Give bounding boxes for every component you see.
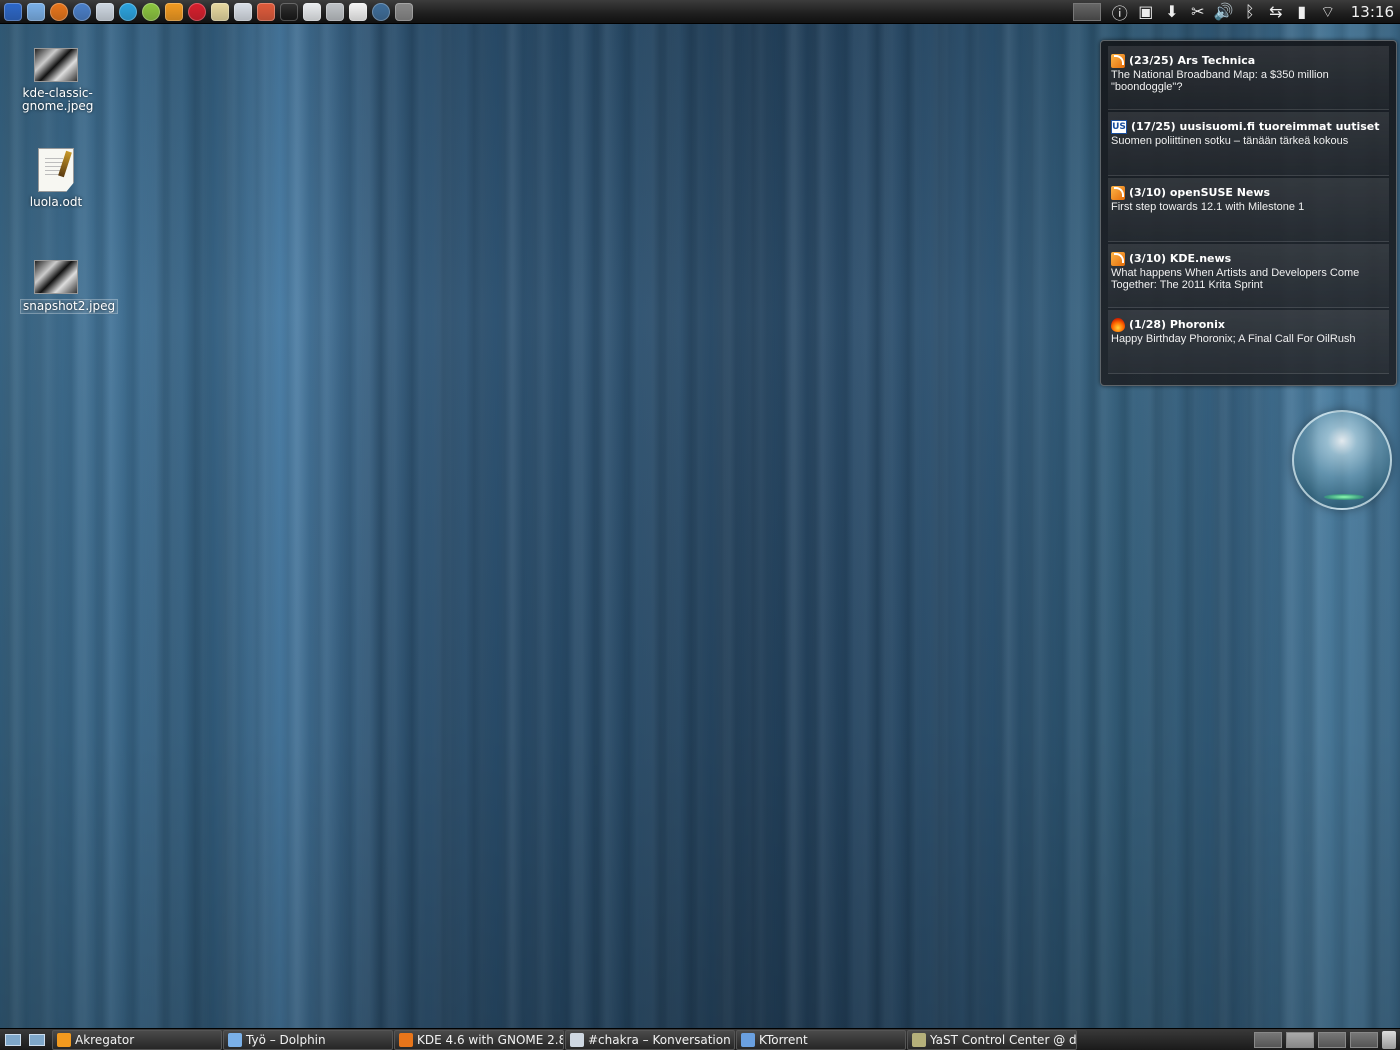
task-button[interactable]: KTorrent (736, 1029, 906, 1050)
desktop-switch-3[interactable] (1318, 1031, 1346, 1048)
clipboard-scissors-icon[interactable]: ✂ (1187, 1, 1209, 23)
text-editor-icon[interactable] (347, 1, 369, 23)
dolphin-icon (228, 1032, 242, 1047)
volume-icon[interactable]: 🔊 (1213, 1, 1235, 23)
network-globe-icon[interactable] (370, 1, 392, 23)
desktop-icon-luola-odt[interactable]: luola.odt (20, 148, 92, 209)
thunderbird-icon[interactable] (71, 1, 93, 23)
feed-title: (23/25) Ars Technica (1129, 54, 1256, 67)
desktop-switch-4[interactable] (1350, 1031, 1378, 1048)
task-button[interactable]: YaST Control Center @ daikuro (907, 1029, 1077, 1050)
system-tray: ⓘ ▣ ⬇ ✂ 🔊 ᛒ ⇆ ▮ ⌔ (1109, 1, 1339, 23)
desktop-icon-kde-classic-gnome[interactable]: kde-classic-gnome.jpeg (20, 48, 94, 113)
miro-icon[interactable] (186, 1, 208, 23)
window-list-icon[interactable] (26, 1031, 48, 1049)
wifi-icon[interactable]: ⌔ (1317, 1, 1339, 23)
taskbar-right (1254, 1030, 1400, 1049)
rss-feed-icon (1111, 251, 1125, 266)
top-panel: ⓘ ▣ ⬇ ✂ 🔊 ᛒ ⇆ ▮ ⌔ 13:16 (0, 0, 1400, 24)
task-button[interactable]: Työ – Dolphin (223, 1029, 393, 1050)
bluetooth-icon[interactable]: ᛒ (1239, 1, 1261, 23)
show-desktop-icon[interactable] (2, 1031, 24, 1049)
download-icon[interactable]: ⬇ (1161, 1, 1183, 23)
taskbar: Akregator Työ – Dolphin KDE 4.6 with GNOME… (0, 1028, 1400, 1050)
konversation-icon[interactable] (94, 1, 116, 23)
desktop-icon-label: kde-classic-gnome.jpeg (22, 86, 94, 113)
calculator-icon[interactable] (324, 1, 346, 23)
task-button[interactable]: #chakra – Konversation (565, 1029, 735, 1050)
uusisuomi-logo-icon: US (1111, 119, 1127, 134)
desktop-icon-label: snapshot2.jpeg (20, 299, 119, 314)
akregator-icon (57, 1032, 71, 1047)
desktop-switch-2[interactable] (1286, 1031, 1314, 1048)
task-label: YaST Control Center @ daikuro (930, 1032, 1077, 1047)
office-draw-icon[interactable] (278, 1, 300, 23)
task-label: Akregator (75, 1032, 135, 1047)
info-icon[interactable]: ⓘ (1109, 1, 1131, 23)
document-icon (38, 148, 74, 192)
desktop-switch-1[interactable] (1254, 1031, 1282, 1048)
battery-icon[interactable]: ▮ (1291, 1, 1313, 23)
mail-icon[interactable] (301, 1, 323, 23)
gimp-icon[interactable] (393, 1, 415, 23)
desktop-icon-snapshot2[interactable]: snapshot2.jpeg (20, 260, 119, 314)
office-impress-icon[interactable] (255, 1, 277, 23)
feed-headline[interactable]: What happens When Artists and Developers… (1111, 267, 1379, 291)
task-label: #chakra – Konversation (588, 1032, 731, 1047)
feed-item-ars-technica[interactable]: (23/25) Ars Technica The National Broadb… (1108, 46, 1389, 110)
office-writer-icon[interactable] (232, 1, 254, 23)
task-button[interactable]: KDE 4.6 with GNOME 2.8 loc (394, 1029, 564, 1050)
task-button[interactable]: Akregator (52, 1029, 222, 1050)
feed-title: (1/28) Phoronix (1129, 318, 1225, 331)
feed-headline[interactable]: First step towards 12.1 with Milestone 1 (1111, 201, 1379, 213)
feed-item-opensuse-news[interactable]: (3/10) openSUSE News First step towards … (1108, 178, 1389, 242)
phoronix-flame-icon (1111, 317, 1125, 332)
task-label: KTorrent (759, 1032, 808, 1047)
konversation-icon (570, 1032, 584, 1047)
image-thumbnail-icon (34, 48, 78, 82)
feed-headline[interactable]: Happy Birthday Phoronix; A Final Call Fo… (1111, 333, 1379, 345)
trash-icon[interactable] (1382, 1030, 1396, 1049)
file-manager-icon[interactable] (25, 1, 47, 23)
pidgin-icon[interactable] (140, 1, 162, 23)
task-label: KDE 4.6 with GNOME 2.8 loc (417, 1032, 563, 1047)
ktorrent-icon (741, 1032, 755, 1047)
feed-item-uusisuomi[interactable]: US (17/25) uusisuomi.fi tuoreimmat uutise… (1108, 112, 1389, 176)
feed-title: (3/10) openSUSE News (1129, 186, 1271, 199)
akregator-icon[interactable] (163, 1, 185, 23)
image-thumbnail-icon (34, 260, 78, 294)
feed-item-phoronix[interactable]: (1/28) Phoronix Happy Birthday Phoronix;… (1108, 310, 1389, 374)
feed-item-kde-news[interactable]: (3/10) KDE.news What happens When Artist… (1108, 244, 1389, 308)
task-label: Työ – Dolphin (246, 1032, 326, 1047)
kde-menu-icon[interactable] (2, 1, 24, 23)
feed-headline[interactable]: Suomen poliittinen sotku – tänään tärkeä… (1111, 135, 1379, 147)
rss-feed-icon (1111, 185, 1125, 200)
clock[interactable]: 13:16 (1345, 1, 1400, 23)
network-monitor-icon[interactable]: ▣ (1135, 1, 1157, 23)
feed-title: (17/25) uusisuomi.fi tuoreimmat uutiset (1131, 120, 1380, 133)
usb-device-icon[interactable]: ⇆ (1265, 1, 1287, 23)
glass-orb-widget[interactable] (1292, 410, 1392, 510)
feed-title: (3/10) KDE.news (1129, 252, 1232, 265)
folder-icon[interactable] (209, 1, 231, 23)
desktop-pager[interactable] (1072, 2, 1101, 21)
kopete-icon[interactable] (117, 1, 139, 23)
taskbar-left (0, 1031, 52, 1049)
quick-launcher (0, 1, 415, 23)
firefox-icon[interactable] (48, 1, 70, 23)
firefox-icon (399, 1032, 413, 1047)
desktop-icon-label: luola.odt (29, 195, 83, 209)
feed-headline[interactable]: The National Broadband Map: a $350 milli… (1111, 69, 1379, 93)
yast-icon (912, 1032, 926, 1047)
news-feed-widget: (23/25) Ars Technica The National Broadb… (1100, 40, 1397, 386)
task-list: Akregator Työ – Dolphin KDE 4.6 with GNOME… (52, 1029, 1078, 1050)
rss-feed-icon (1111, 53, 1125, 68)
